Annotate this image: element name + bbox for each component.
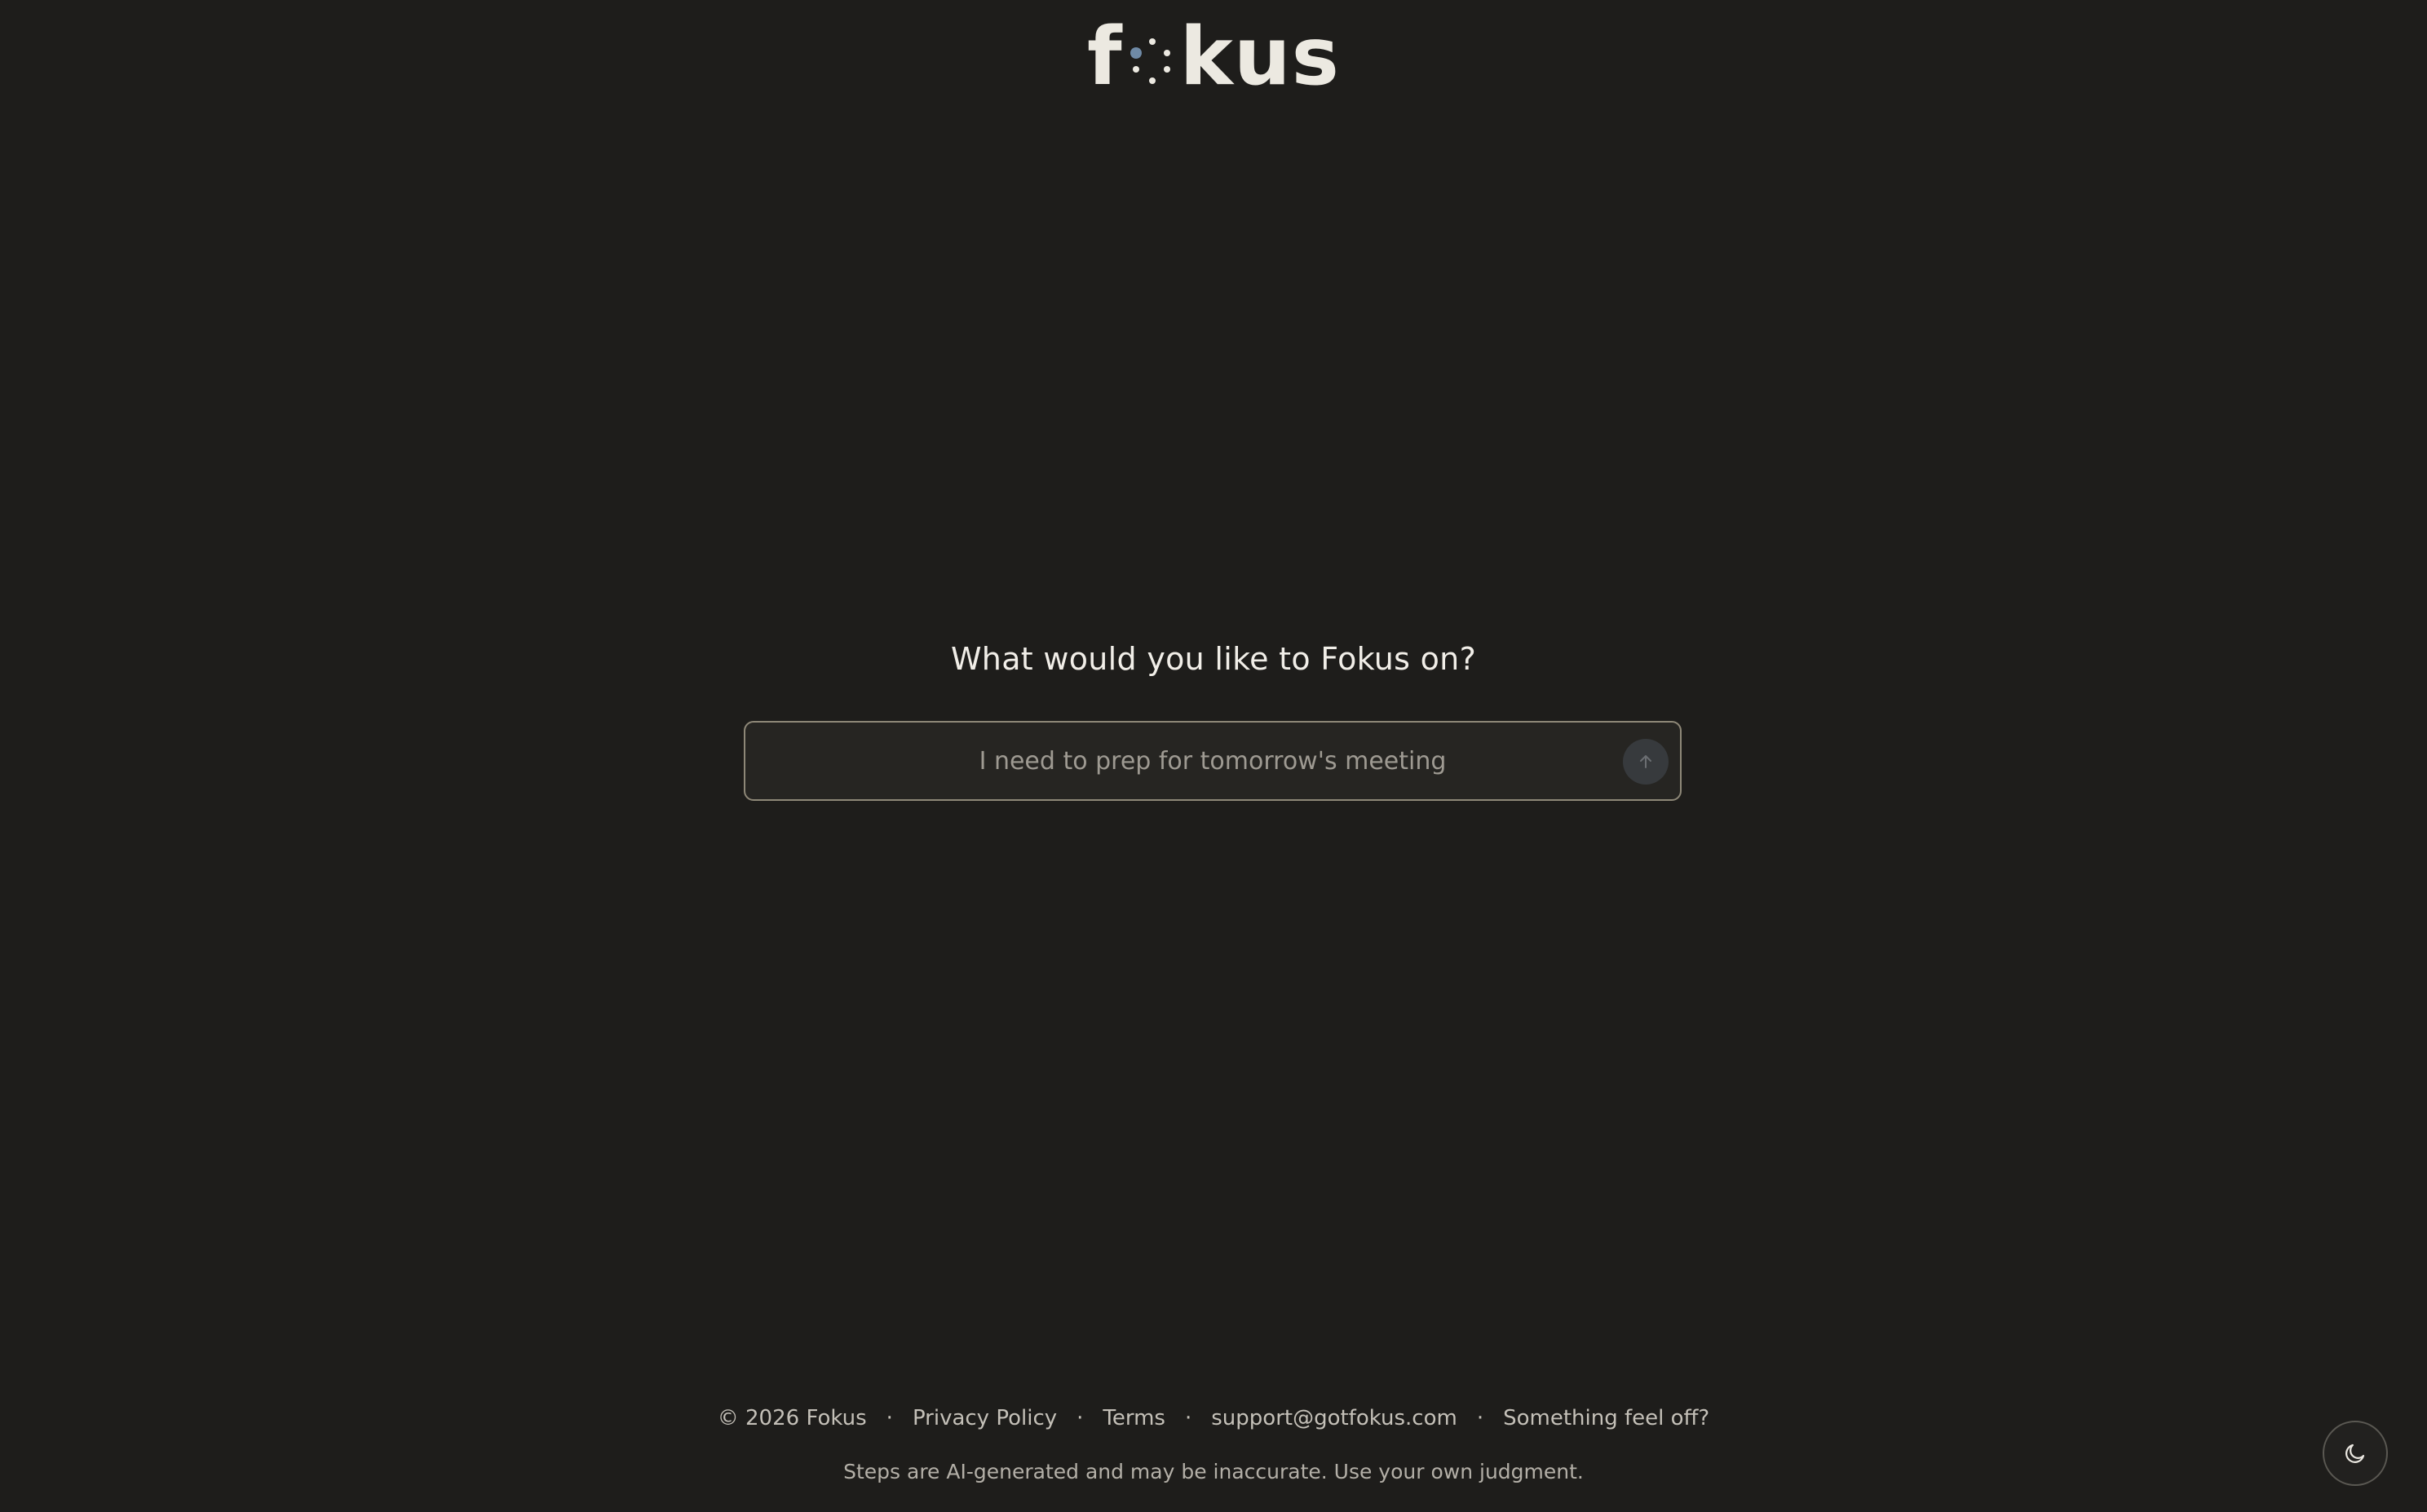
focus-dots-icon	[1130, 38, 1170, 84]
terms-link[interactable]: Terms	[1103, 1406, 1165, 1430]
footer-links: © 2026 Fokus · Privacy Policy · Terms · …	[0, 1406, 2427, 1430]
task-input-container	[744, 721, 1682, 801]
feedback-link[interactable]: Something feel off?	[1503, 1406, 1709, 1430]
footer-separator: ·	[1076, 1406, 1084, 1430]
support-email-link[interactable]: support@gotfokus.com	[1211, 1406, 1457, 1430]
logo-suffix: kus	[1179, 11, 1340, 104]
privacy-policy-link[interactable]: Privacy Policy	[913, 1406, 1057, 1430]
logo-prefix: f	[1087, 11, 1123, 104]
submit-button[interactable]	[1623, 739, 1669, 785]
arrow-up-icon	[1640, 755, 1651, 768]
footer-separator: ·	[1184, 1406, 1192, 1430]
moon-icon	[2345, 1443, 2365, 1463]
page: f kus What would you like to Fokus on? ©…	[0, 0, 2427, 1512]
ai-disclaimer: Steps are AI-generated and may be inaccu…	[843, 1460, 1584, 1483]
task-input[interactable]	[745, 723, 1680, 799]
logo: f kus	[0, 8, 2427, 106]
logo-wordmark[interactable]: f kus	[1087, 8, 1340, 106]
copyright-text: © 2026 Fokus	[717, 1406, 867, 1430]
theme-toggle-button[interactable]	[2323, 1421, 2388, 1486]
page-title: What would you like to Fokus on?	[950, 641, 1477, 677]
footer-separator: ·	[1476, 1406, 1484, 1430]
footer-separator: ·	[886, 1406, 893, 1430]
